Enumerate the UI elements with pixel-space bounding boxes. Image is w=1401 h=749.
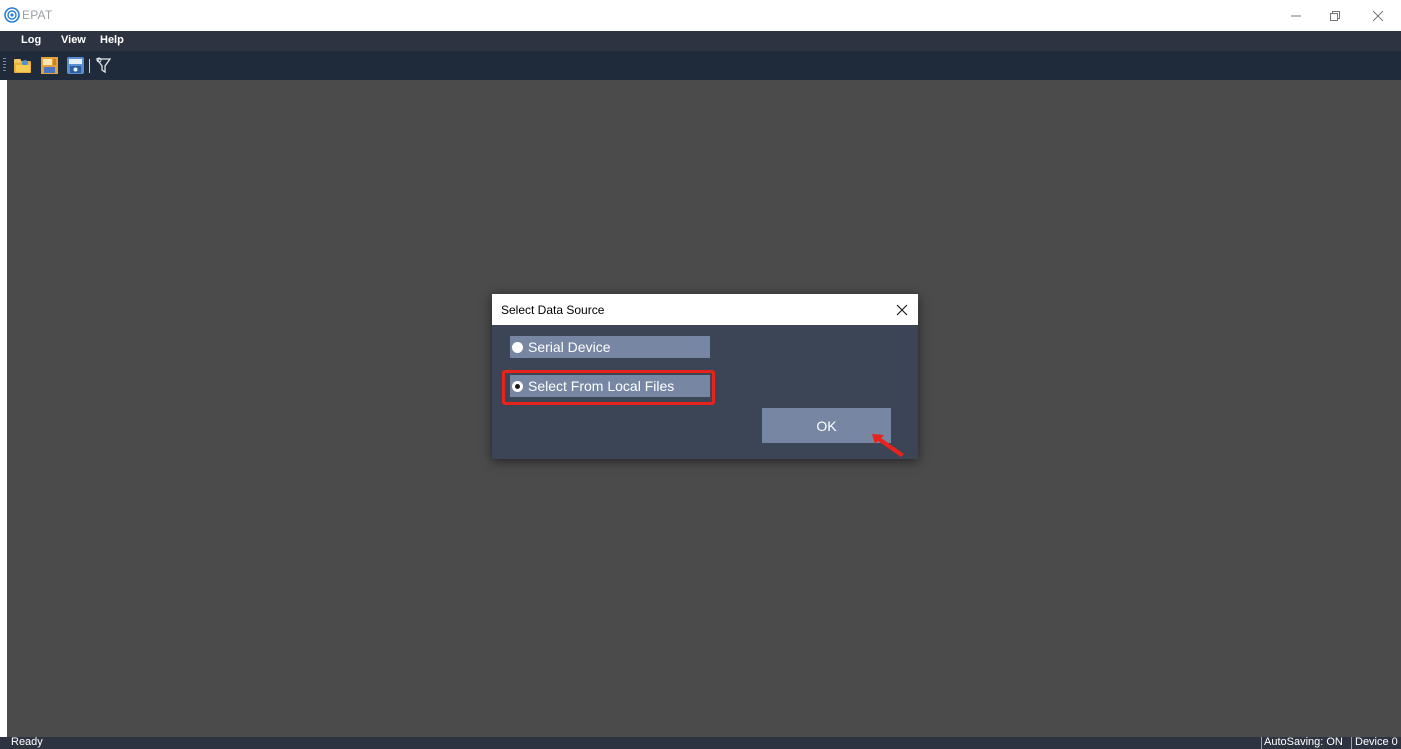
title-bar: EPAT xyxy=(0,0,1401,31)
status-separator xyxy=(1261,737,1262,749)
dialog-close-button[interactable] xyxy=(892,300,912,320)
status-device: Device 0 xyxy=(1355,736,1398,748)
status-bar: Ready AutoSaving: ON Device 0 xyxy=(0,736,1401,749)
menu-view[interactable]: View xyxy=(61,34,86,46)
export-icon[interactable] xyxy=(66,56,85,75)
close-icon xyxy=(1372,10,1384,21)
app-logo-icon xyxy=(4,7,20,23)
close-window-button[interactable] xyxy=(1355,0,1401,31)
radio-select-from-local-files[interactable]: Select From Local Files xyxy=(510,375,710,397)
filter-icon[interactable] xyxy=(94,56,113,75)
workspace-left-border xyxy=(0,80,7,737)
menu-log[interactable]: Log xyxy=(21,34,41,46)
toolbar xyxy=(0,51,1401,80)
toolbar-gripper[interactable] xyxy=(3,58,6,73)
dialog-title-bar: Select Data Source xyxy=(492,294,918,325)
menu-bar: Log View Help xyxy=(0,31,1401,51)
restore-icon xyxy=(1330,10,1340,21)
menu-help[interactable]: Help xyxy=(100,34,124,46)
minimize-icon xyxy=(1291,15,1301,16)
status-ready-text: Ready xyxy=(11,736,43,748)
save-icon[interactable] xyxy=(40,56,59,75)
radio-label-local-files: Select From Local Files xyxy=(528,378,675,394)
annotation-arrow-icon xyxy=(872,434,904,457)
restore-button[interactable] xyxy=(1312,0,1358,31)
window-title: EPAT xyxy=(22,8,53,22)
status-autosaving: AutoSaving: ON xyxy=(1264,736,1343,748)
close-icon xyxy=(896,304,908,316)
radio-serial-device[interactable]: Serial Device xyxy=(510,336,710,358)
select-data-source-dialog: Select Data Source Serial Device Select … xyxy=(492,294,918,459)
dialog-title: Select Data Source xyxy=(501,303,605,317)
status-separator xyxy=(1351,737,1352,749)
radio-label-serial-device: Serial Device xyxy=(528,339,611,355)
radio-button-checked[interactable] xyxy=(512,380,523,392)
radio-button-unchecked[interactable] xyxy=(512,341,523,353)
toolbar-separator xyxy=(89,59,90,73)
open-folder-icon[interactable] xyxy=(13,56,32,75)
